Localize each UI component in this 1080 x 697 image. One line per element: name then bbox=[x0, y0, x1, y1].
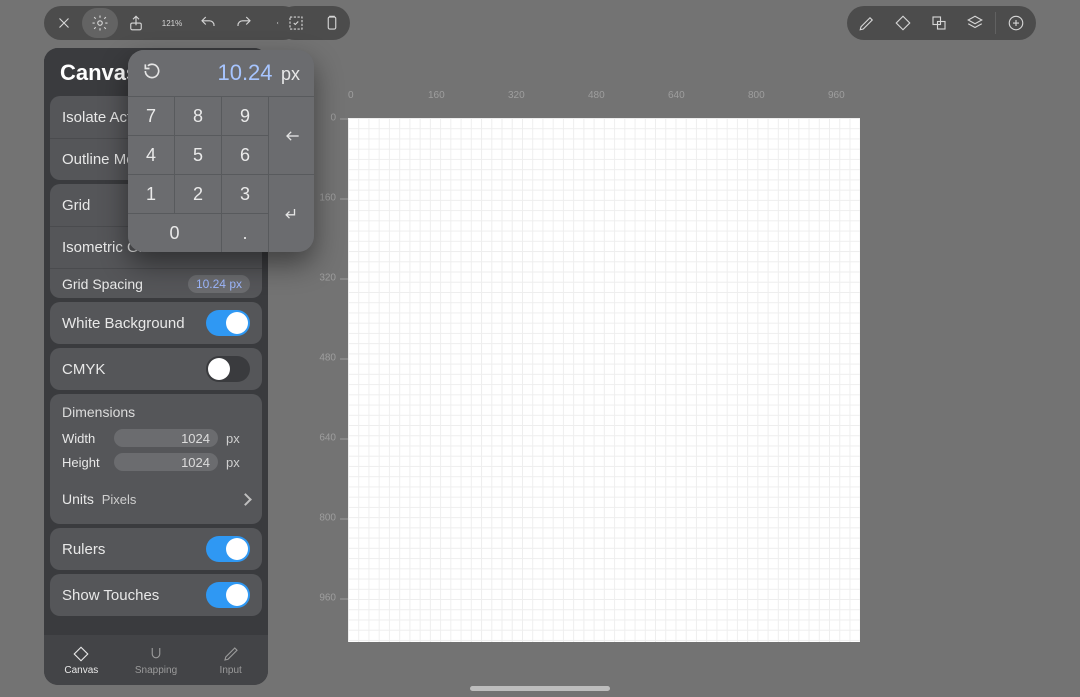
close-button[interactable] bbox=[46, 8, 82, 38]
clipboard-button[interactable] bbox=[314, 8, 350, 38]
toolbar-right bbox=[847, 6, 1036, 40]
dimensions-heading: Dimensions bbox=[62, 404, 250, 420]
sidebar-tabs: Canvas Snapping Input bbox=[44, 635, 268, 685]
pen-tool-button[interactable] bbox=[849, 8, 885, 38]
numpad-key-3[interactable]: 3 bbox=[222, 175, 268, 213]
numpad-key-6[interactable]: 6 bbox=[222, 136, 268, 174]
width-row[interactable]: Width 1024 px bbox=[62, 426, 250, 450]
numpad-key-4[interactable]: 4 bbox=[128, 136, 174, 174]
grid-spacing-row[interactable]: Grid Spacing 10.24 px bbox=[50, 268, 262, 298]
shape-tool-button[interactable] bbox=[885, 8, 921, 38]
rulers-row[interactable]: Rulers bbox=[50, 528, 262, 570]
home-indicator bbox=[470, 686, 610, 691]
redo-button[interactable] bbox=[226, 8, 262, 38]
numeric-keypad-popover: 10.24 px 7 8 9 4 5 6 1 2 3 0 . bbox=[128, 50, 314, 252]
tab-canvas[interactable]: Canvas bbox=[44, 635, 119, 685]
numpad-key-7[interactable]: 7 bbox=[128, 97, 174, 135]
show-touches-row[interactable]: Show Touches bbox=[50, 574, 262, 616]
numpad-key-1[interactable]: 1 bbox=[128, 175, 174, 213]
layers-button[interactable] bbox=[957, 8, 993, 38]
canvas-area: 0160320480640800960 0160320480640800960 bbox=[300, 90, 1080, 697]
numpad-key-dot[interactable]: . bbox=[222, 214, 268, 252]
rulers-toggle[interactable] bbox=[206, 536, 250, 562]
numpad-key-5[interactable]: 5 bbox=[175, 136, 221, 174]
grid-spacing-value[interactable]: 10.24 px bbox=[188, 275, 250, 293]
numpad-value: 10.24 bbox=[217, 60, 272, 85]
numpad-backspace[interactable] bbox=[269, 97, 314, 174]
units-row[interactable]: Units Pixels bbox=[62, 484, 250, 514]
white-background-toggle[interactable] bbox=[206, 310, 250, 336]
settings-gear-button[interactable] bbox=[82, 8, 118, 38]
share-button[interactable] bbox=[118, 8, 154, 38]
numpad-enter[interactable] bbox=[269, 175, 314, 252]
ruler-horizontal: 0160320480640800960 bbox=[340, 90, 1080, 108]
numpad-key-2[interactable]: 2 bbox=[175, 175, 221, 213]
zoom-indicator[interactable]: 121% bbox=[154, 8, 190, 38]
add-button[interactable] bbox=[998, 8, 1034, 38]
white-background-row[interactable]: White Background bbox=[50, 302, 262, 344]
numpad-unit: px bbox=[281, 64, 300, 84]
tab-snapping[interactable]: Snapping bbox=[119, 635, 194, 685]
tab-input[interactable]: Input bbox=[193, 635, 268, 685]
numpad-key-0[interactable]: 0 bbox=[128, 214, 221, 252]
dimensions-block: Dimensions Width 1024 px Height 1024 px … bbox=[50, 394, 262, 524]
undo-button[interactable] bbox=[190, 8, 226, 38]
height-row[interactable]: Height 1024 px bbox=[62, 450, 250, 474]
numpad-reset-button[interactable] bbox=[142, 61, 162, 86]
cmyk-row[interactable]: CMYK bbox=[50, 348, 262, 390]
selection-tool-button[interactable] bbox=[278, 8, 314, 38]
numpad-key-8[interactable]: 8 bbox=[175, 97, 221, 135]
chevron-right-icon bbox=[239, 493, 252, 506]
toolbar-left: 121% bbox=[44, 6, 300, 40]
cmyk-toggle[interactable] bbox=[206, 356, 250, 382]
numpad-key-9[interactable]: 9 bbox=[222, 97, 268, 135]
show-touches-toggle[interactable] bbox=[206, 582, 250, 608]
boolean-tool-button[interactable] bbox=[921, 8, 957, 38]
canvas[interactable] bbox=[348, 118, 860, 642]
toolbar-select-group bbox=[278, 6, 350, 40]
